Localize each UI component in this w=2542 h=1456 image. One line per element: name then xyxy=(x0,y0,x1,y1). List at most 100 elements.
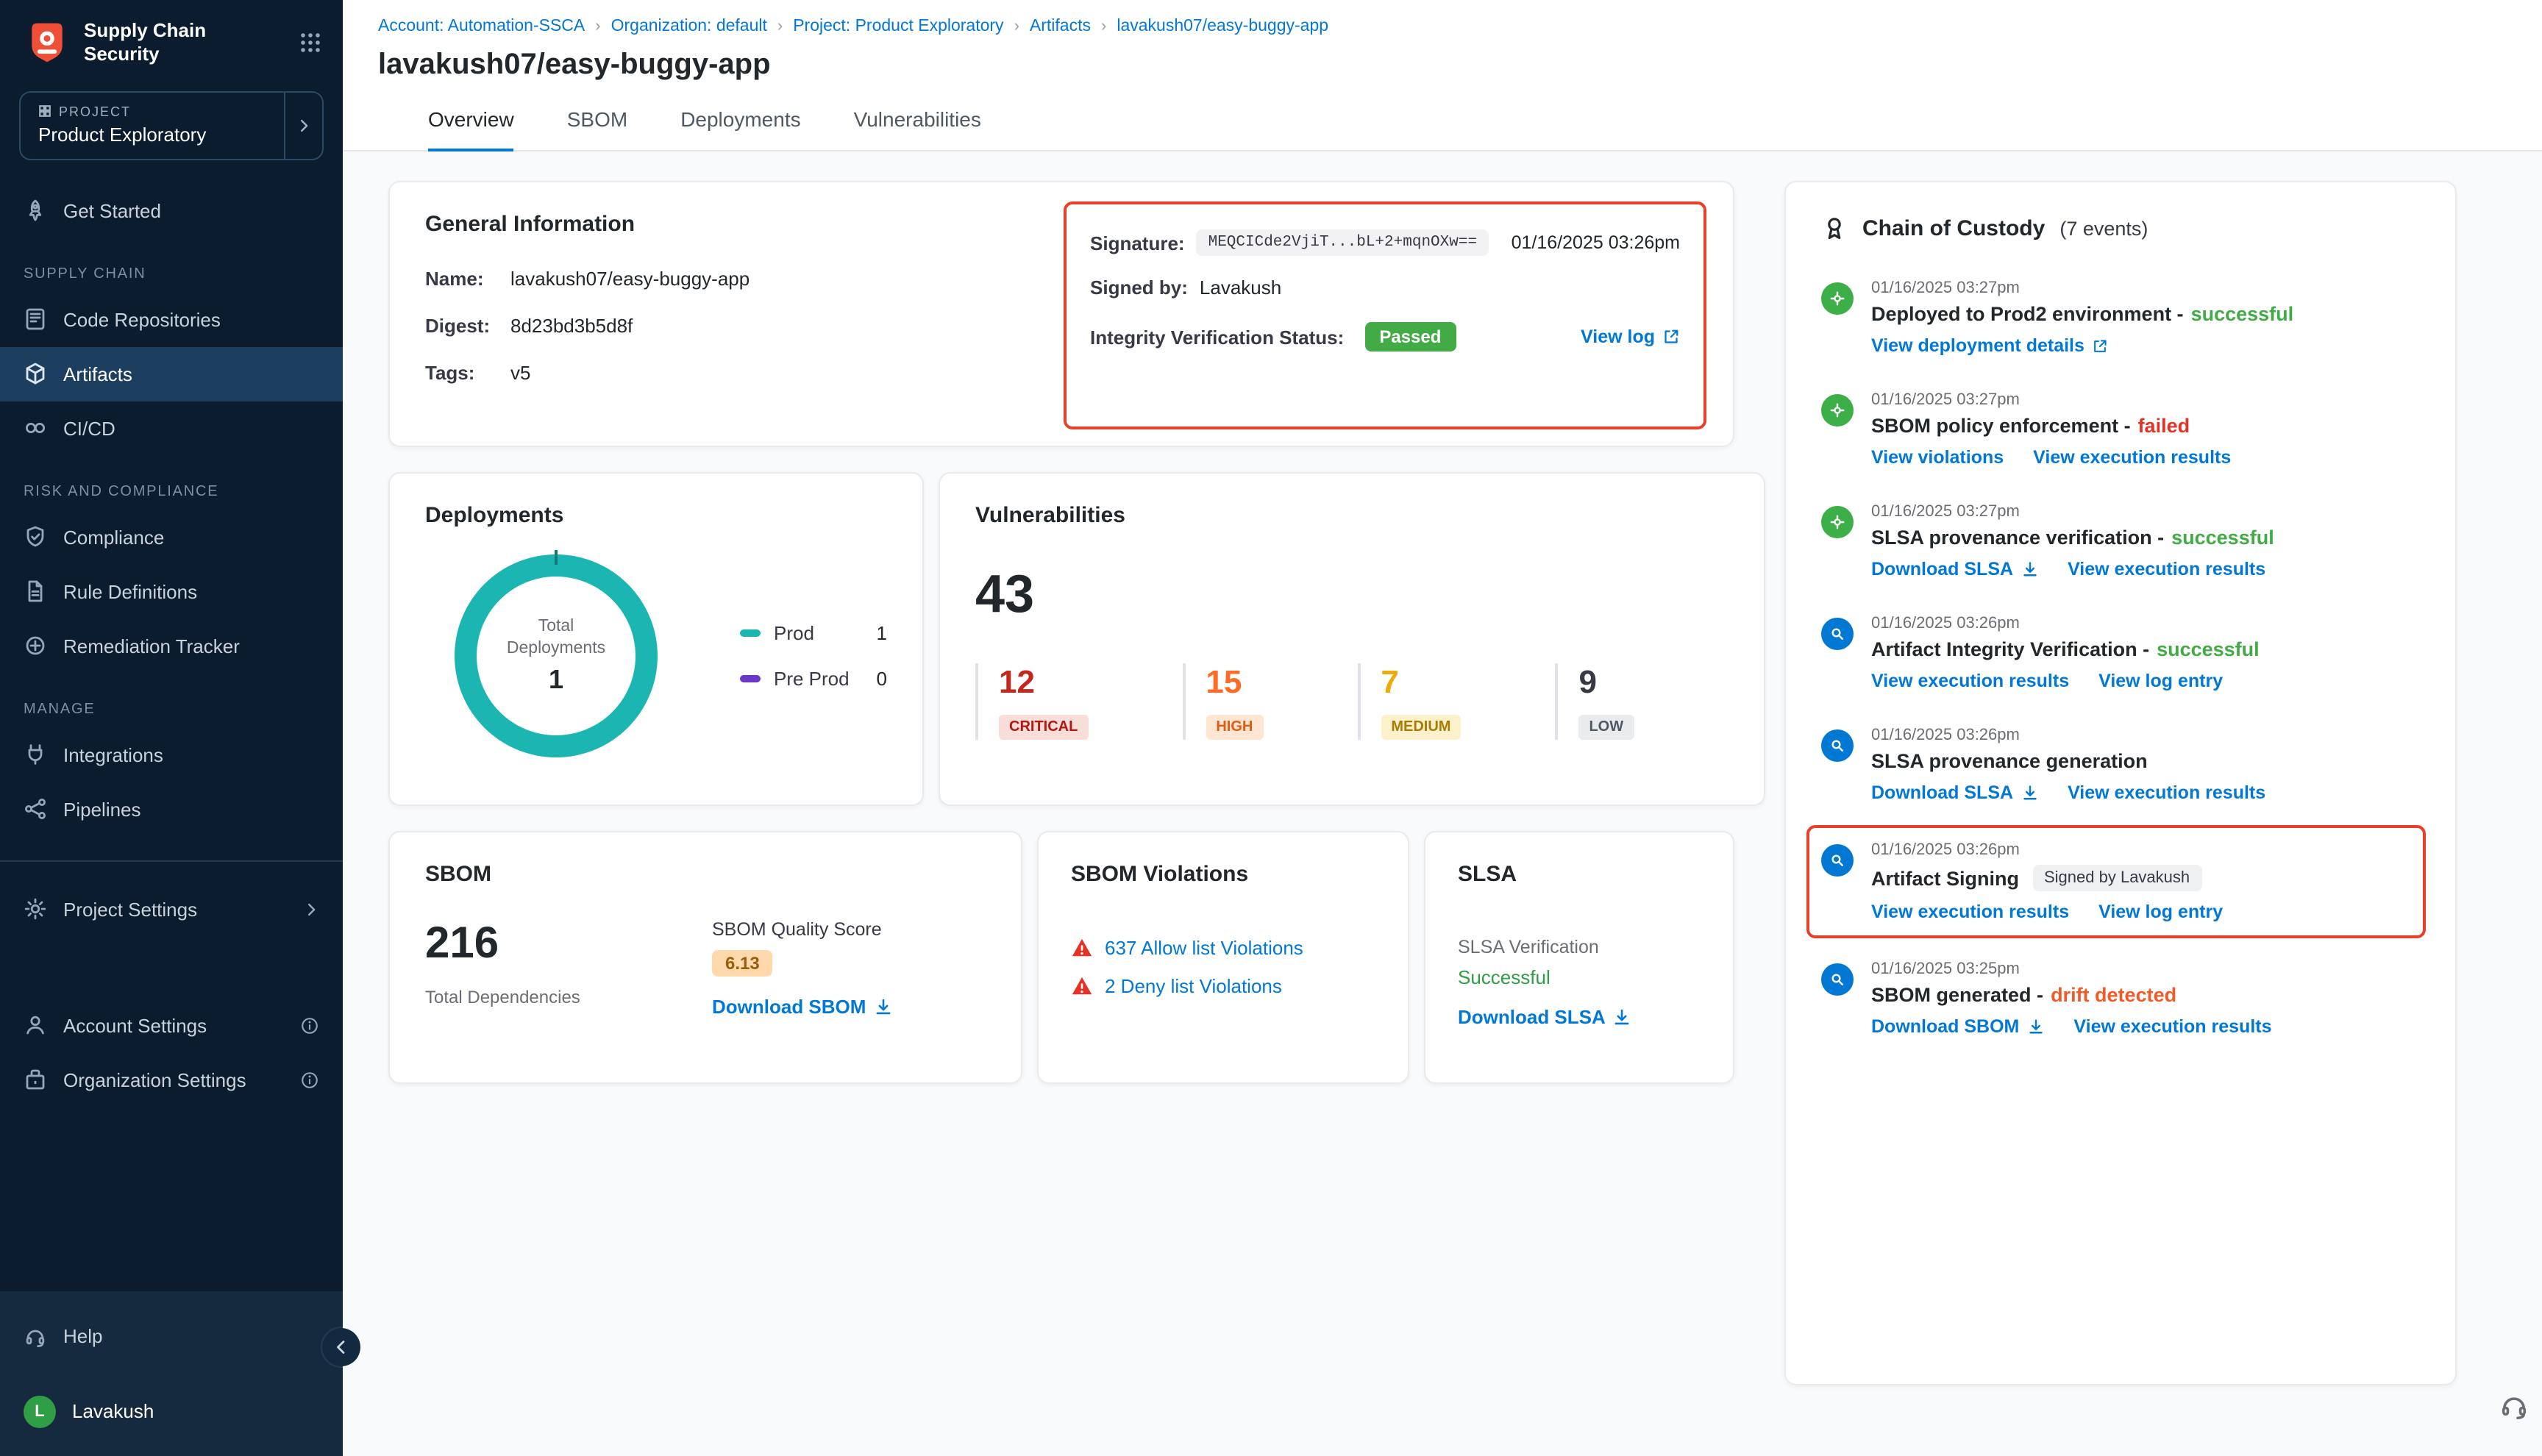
breadcrumb-current[interactable]: lavakush07/easy-buggy-app xyxy=(1117,18,1328,35)
sidebar-item-label: Integrations xyxy=(63,743,163,766)
deployments-donut-chart: Total Deployments 1 xyxy=(455,554,658,757)
event-status: successful xyxy=(2171,527,2274,549)
custody-event-sbom-generated: 01/16/2025 03:25pm SBOM generated -drift… xyxy=(1821,960,2420,1037)
legend-item-prod: Prod 1 xyxy=(740,622,887,644)
event-title: Artifact Integrity Verification - xyxy=(1871,638,2149,660)
content-area: General Information Name:lavakush07/easy… xyxy=(343,151,2542,1385)
breadcrumb-separator: › xyxy=(595,18,600,35)
sidebar-item-label: Project Settings xyxy=(63,898,197,920)
tab-vulnerabilities[interactable]: Vulnerabilities xyxy=(854,107,981,151)
sidebar-item-compliance[interactable]: Compliance xyxy=(0,510,343,564)
view-execution-results-link[interactable]: View execution results xyxy=(2068,559,2265,579)
view-execution-results-link[interactable]: View execution results xyxy=(2068,782,2265,803)
sbom-card: SBOM 216 Total Dependencies SBOM Quality… xyxy=(388,831,1022,1084)
tab-deployments[interactable]: Deployments xyxy=(680,107,800,151)
view-execution-results-link[interactable]: View execution results xyxy=(2073,1016,2271,1037)
pipeline-stage-icon xyxy=(1821,282,1854,315)
breadcrumb-organization[interactable]: Organization: default xyxy=(611,18,767,35)
sidebar-item-label: Remediation Tracker xyxy=(63,635,240,657)
breadcrumb-account[interactable]: Account: Automation-SSCA xyxy=(378,18,585,35)
general-information-card: General Information Name:lavakush07/easy… xyxy=(388,181,1734,447)
allow-list-violations-link[interactable]: 637 Allow list Violations xyxy=(1105,937,1303,959)
signed-by-label: Signed by: xyxy=(1090,276,1188,299)
pre-prod-swatch xyxy=(740,675,761,682)
sidebar-item-label: Organization Settings xyxy=(63,1068,246,1091)
info-icon[interactable] xyxy=(300,1016,319,1035)
project-selector[interactable]: PROJECT Product Exploratory xyxy=(19,90,324,160)
page-header: Account: Automation-SSCA › Organization: … xyxy=(343,0,2542,151)
document-icon xyxy=(24,579,47,603)
view-execution-results-link[interactable]: View execution results xyxy=(2033,447,2231,468)
support-chat-button[interactable] xyxy=(2498,1390,2530,1430)
scan-stage-icon xyxy=(1821,729,1854,762)
breadcrumb-artifacts[interactable]: Artifacts xyxy=(1030,18,1091,35)
sidebar-item-account-settings[interactable]: Account Settings xyxy=(0,998,343,1052)
slsa-verification-label: SLSA Verification xyxy=(1458,937,1701,957)
sidebar-item-pipelines[interactable]: Pipelines xyxy=(0,782,343,836)
view-execution-results-link[interactable]: View execution results xyxy=(1871,671,2069,691)
legend-item-pre-prod: Pre Prod 0 xyxy=(740,668,887,690)
sidebar-item-label: CI/CD xyxy=(63,417,115,439)
sidebar-item-organization-settings[interactable]: Organization Settings xyxy=(0,1052,343,1107)
external-link-icon xyxy=(1662,328,1680,346)
event-title: Deployed to Prod2 environment - xyxy=(1871,303,2184,325)
target-icon xyxy=(24,634,47,657)
name-value: lavakush07/easy-buggy-app xyxy=(510,268,750,290)
deployments-legend: Prod 1 Pre Prod 0 xyxy=(740,622,887,690)
sidebar-footer: Help L Lavakush xyxy=(0,1291,343,1456)
breadcrumb: Account: Automation-SSCA › Organization: … xyxy=(343,0,2542,35)
event-status: drift detected xyxy=(2051,984,2176,1006)
sidebar-item-rule-definitions[interactable]: Rule Definitions xyxy=(0,564,343,618)
download-slsa-link[interactable]: Download SLSA xyxy=(1871,559,2038,579)
pipeline-stage-icon xyxy=(1821,394,1854,427)
view-log-entry-link[interactable]: View log entry xyxy=(2098,902,2223,922)
account-icon xyxy=(24,1013,47,1037)
view-execution-results-link[interactable]: View execution results xyxy=(1871,902,2069,922)
event-title: SBOM generated - xyxy=(1871,984,2043,1006)
download-sbom-link[interactable]: Download SBOM xyxy=(712,996,892,1018)
tab-overview[interactable]: Overview xyxy=(428,107,514,151)
sidebar-item-artifacts[interactable]: Artifacts xyxy=(0,346,343,401)
view-log-link[interactable]: View log xyxy=(1581,326,1680,347)
user-menu[interactable]: L Lavakush xyxy=(0,1384,343,1438)
sidebar-item-integrations[interactable]: Integrations xyxy=(0,727,343,782)
rocket-icon xyxy=(24,199,47,222)
sbom-violations-card: SBOM Violations 637 Allow list Violation… xyxy=(1037,831,1409,1084)
sidebar-item-code-repositories[interactable]: Code Repositories xyxy=(0,292,343,346)
sidebar-item-get-started[interactable]: Get Started xyxy=(0,183,343,238)
download-slsa-link[interactable]: Download SLSA xyxy=(1458,1006,1632,1028)
sidebar-item-cicd[interactable]: CI/CD xyxy=(0,401,343,455)
breadcrumb-separator: › xyxy=(1014,18,1019,35)
brand-line2: Security xyxy=(84,43,206,68)
breadcrumb-separator: › xyxy=(1101,18,1106,35)
sidebar-item-remediation-tracker[interactable]: Remediation Tracker xyxy=(0,618,343,673)
user-name: Lavakush xyxy=(72,1400,154,1422)
event-time: 01/16/2025 03:26pm xyxy=(1871,841,2223,859)
view-deployment-details-link[interactable]: View deployment details xyxy=(1871,335,2108,356)
sidebar-item-project-settings[interactable]: Project Settings xyxy=(0,882,343,936)
chain-of-custody-icon xyxy=(1821,215,1848,241)
view-log-entry-link[interactable]: View log entry xyxy=(2098,671,2223,691)
deny-list-violations-link[interactable]: 2 Deny list Violations xyxy=(1105,975,1282,997)
scan-stage-icon xyxy=(1821,963,1854,996)
sidebar-item-help[interactable]: Help xyxy=(0,1309,343,1363)
main-content: Account: Automation-SSCA › Organization: … xyxy=(343,0,2542,1456)
app-switcher-icon[interactable] xyxy=(299,32,322,55)
section-heading-supply-chain: SUPPLY CHAIN xyxy=(0,238,343,292)
breadcrumb-project[interactable]: Project: Product Exploratory xyxy=(793,18,1003,35)
sidebar-collapse-button[interactable] xyxy=(322,1328,360,1366)
page-title: lavakush07/easy-buggy-app xyxy=(378,49,2542,82)
status-badge-passed: Passed xyxy=(1364,322,1456,351)
download-sbom-link[interactable]: Download SBOM xyxy=(1871,1016,2044,1037)
scan-stage-icon xyxy=(1821,618,1854,650)
external-link-icon xyxy=(2092,338,2108,354)
panel-title: Chain of Custody xyxy=(1862,215,2045,240)
tab-sbom[interactable]: SBOM xyxy=(567,107,627,151)
chevron-right-icon xyxy=(284,92,322,158)
sidebar-divider xyxy=(0,860,343,861)
donut-tick xyxy=(555,550,558,565)
download-slsa-link[interactable]: Download SLSA xyxy=(1871,782,2038,803)
view-violations-link[interactable]: View violations xyxy=(1871,447,2004,468)
avatar: L xyxy=(24,1395,56,1427)
info-icon[interactable] xyxy=(300,1070,319,1089)
